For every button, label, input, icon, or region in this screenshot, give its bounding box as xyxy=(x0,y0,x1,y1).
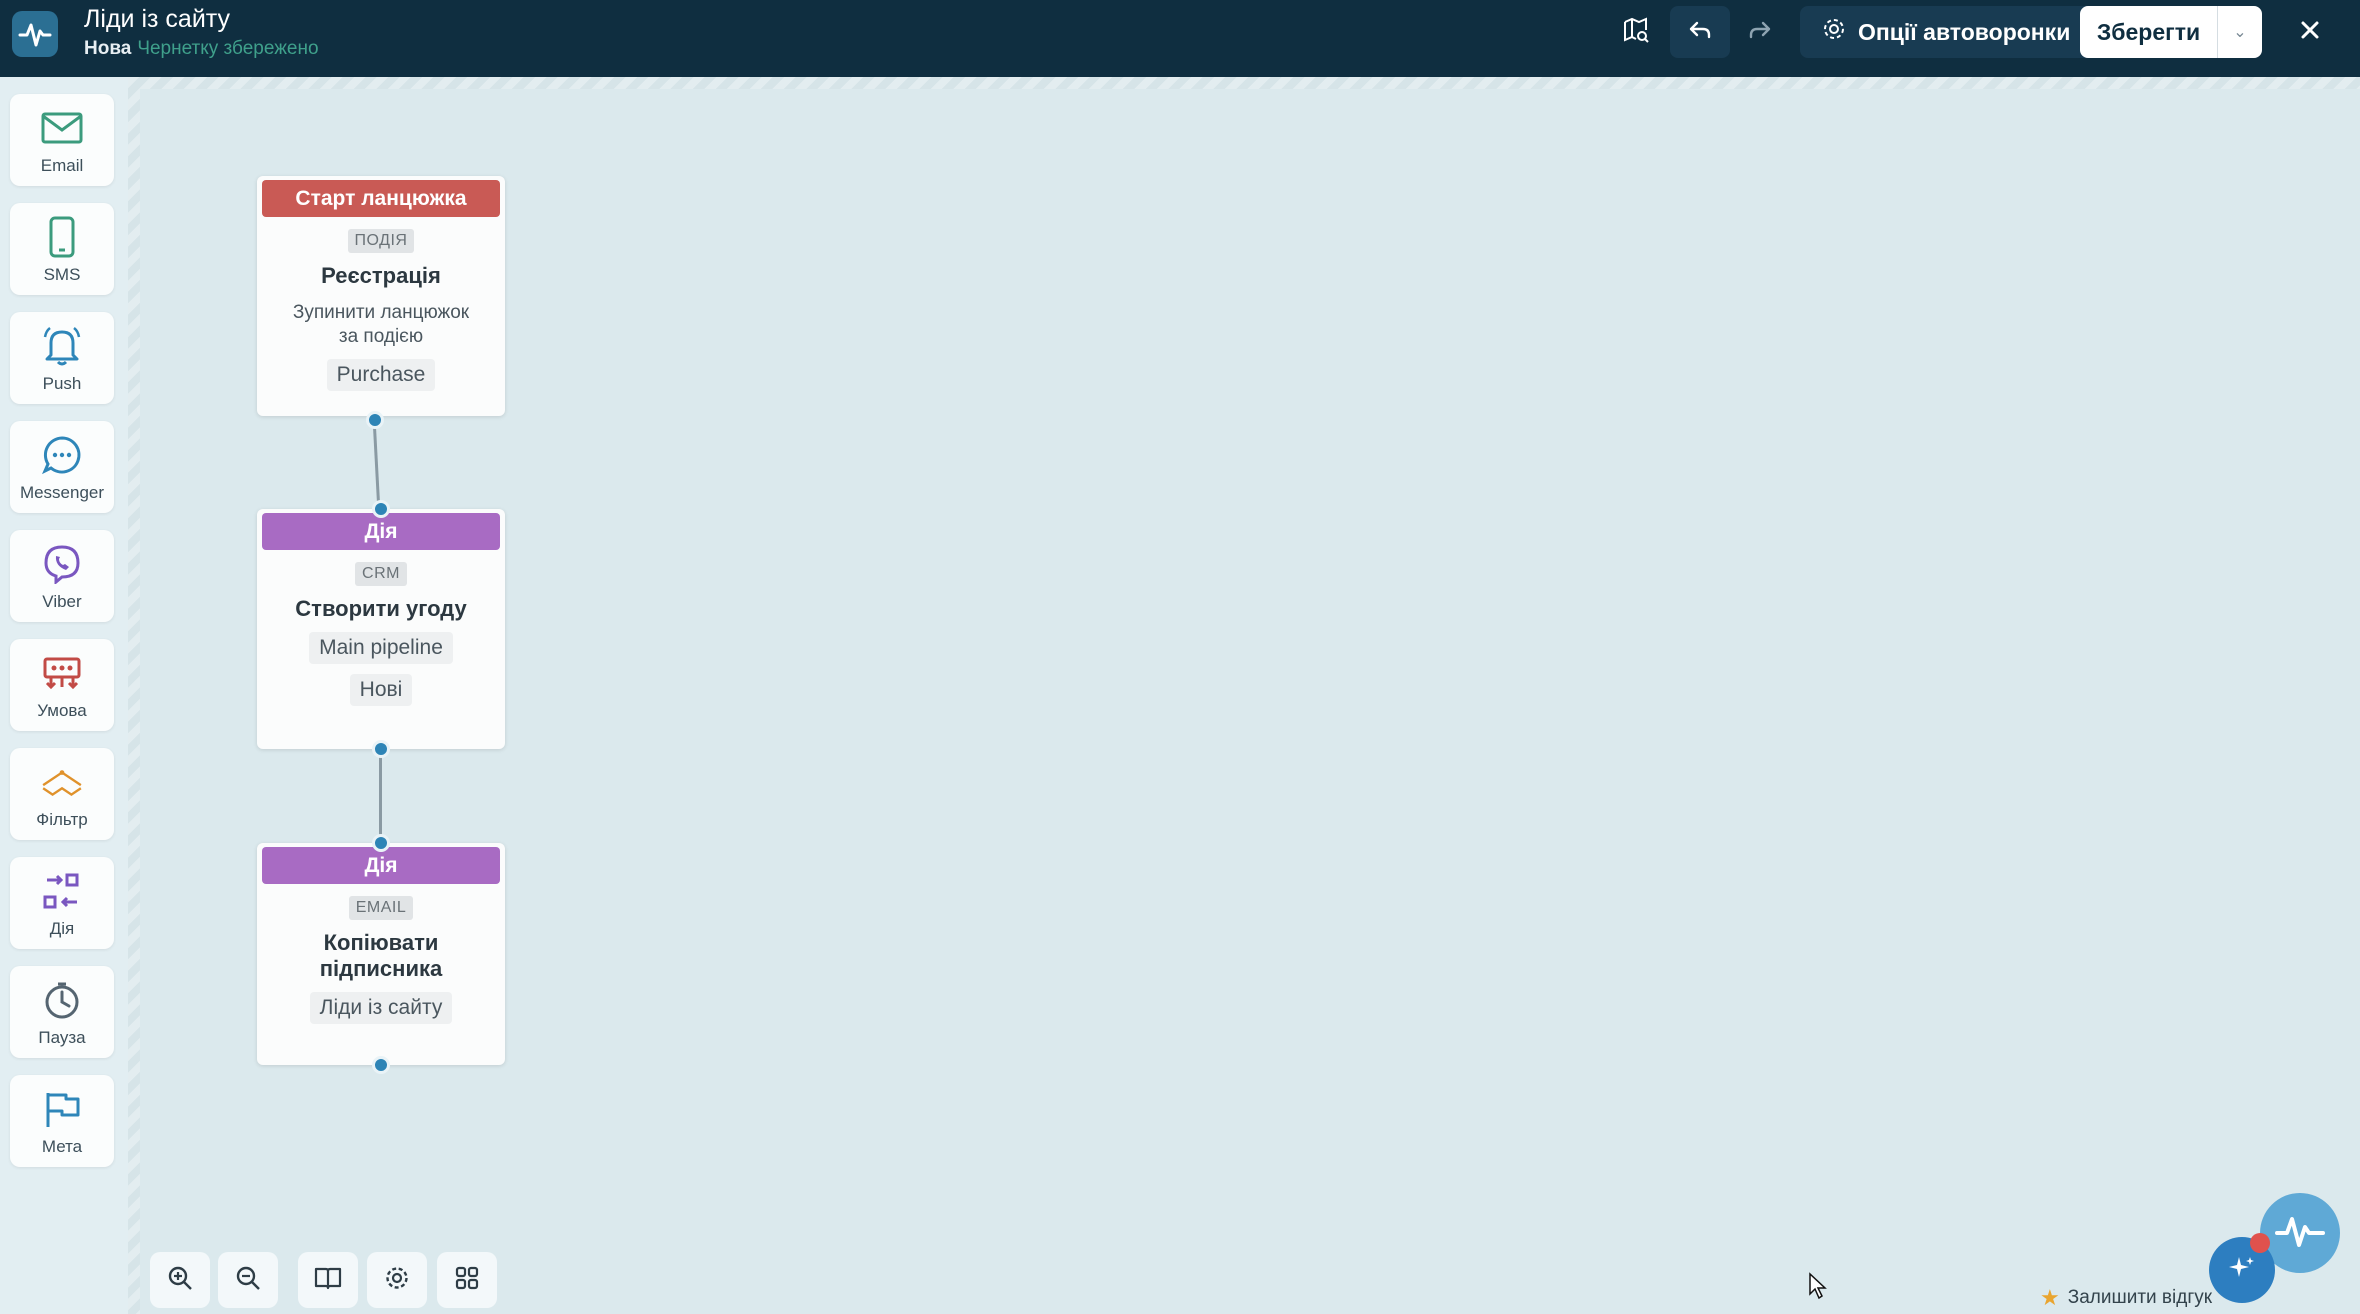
palette-item-condition[interactable]: Умова xyxy=(10,639,114,731)
palette-item-filter[interactable]: Фільтр xyxy=(10,748,114,840)
node-input-port[interactable] xyxy=(372,834,390,852)
node-type-tag: ПОДІЯ xyxy=(347,229,415,253)
node-value-pill: Нові xyxy=(349,674,413,706)
gear-icon xyxy=(384,1265,410,1296)
condition-icon xyxy=(40,651,84,695)
node-input-port[interactable] xyxy=(372,500,390,518)
palette-item-label: Мета xyxy=(41,1137,83,1156)
palette-item-label: Умова xyxy=(37,701,87,720)
funnel-options-label: Опції автоворонки xyxy=(1858,18,2071,45)
status-label: Нова xyxy=(84,38,132,59)
viber-icon xyxy=(40,542,84,586)
chat-bubble-icon xyxy=(40,433,84,477)
mouse-cursor-icon xyxy=(1808,1272,1828,1305)
palette-item-label: Фільтр xyxy=(36,810,88,829)
flow-node-copy-subscriber[interactable]: Дія EMAIL Копіювати підписника Ліди із с… xyxy=(257,843,505,1065)
bell-icon xyxy=(40,324,84,368)
map-search-icon xyxy=(1622,16,1650,49)
palette-item-label: SMS xyxy=(43,265,81,284)
palette-item-viber[interactable]: Viber xyxy=(10,530,114,622)
save-dropdown-button[interactable]: ⌄ xyxy=(2218,22,2262,42)
zoom-in-button[interactable] xyxy=(150,1252,210,1308)
zoom-in-icon xyxy=(167,1265,193,1296)
guide-button[interactable] xyxy=(298,1252,358,1308)
node-value-pill: Ліди із сайту xyxy=(309,992,453,1024)
palette-item-messenger[interactable]: Messenger xyxy=(10,421,114,513)
notification-badge xyxy=(2250,1233,2270,1253)
node-value-pill: Purchase xyxy=(326,359,436,391)
palette-item-label: Messenger xyxy=(19,483,105,502)
palette-item-goal[interactable]: Мета xyxy=(10,1075,114,1167)
grid-view-button[interactable] xyxy=(437,1252,497,1308)
phone-icon xyxy=(40,215,84,259)
clock-icon xyxy=(40,978,84,1022)
envelope-icon xyxy=(40,106,84,150)
palette-item-action[interactable]: Дія xyxy=(10,857,114,949)
node-description: Зупинити ланцюжок за подією xyxy=(292,302,470,347)
close-button[interactable] xyxy=(2286,6,2334,58)
chevron-down-icon: ⌄ xyxy=(2233,24,2247,41)
leave-feedback-link[interactable]: ★ Залишити відгук xyxy=(2040,1285,2212,1311)
top-bar: Ліди із сайту Нова Чернетку збережено Опц… xyxy=(0,0,2360,77)
app-logo-icon[interactable] xyxy=(12,11,58,57)
canvas-top-edge xyxy=(128,77,2360,89)
canvas-left-edge xyxy=(128,77,140,1314)
palette-item-sms[interactable]: SMS xyxy=(10,203,114,295)
node-output-port[interactable] xyxy=(372,1056,390,1074)
node-title: Копіювати підписника xyxy=(319,930,443,981)
draft-status: Нова Чернетку збережено xyxy=(84,38,319,60)
node-type-tag: CRM xyxy=(355,562,407,586)
palette-item-label: Email xyxy=(40,156,84,175)
node-type-tag: EMAIL xyxy=(348,896,414,920)
palette-item-label: Push xyxy=(42,374,82,393)
sparkle-icon xyxy=(2227,1253,2257,1288)
gear-icon xyxy=(1822,17,1846,47)
palette-item-label: Дія xyxy=(49,919,75,938)
star-icon: ★ xyxy=(2040,1285,2060,1310)
palette-item-label: Viber xyxy=(42,592,82,611)
zoom-out-icon xyxy=(235,1265,261,1296)
palette-item-email[interactable]: Email xyxy=(10,94,114,186)
page-title[interactable]: Ліди із сайту xyxy=(84,5,230,34)
close-icon xyxy=(2299,19,2321,46)
node-header: Старт ланцюжка xyxy=(262,180,500,217)
saved-note: Чернетку збережено xyxy=(137,38,319,59)
pulse-icon xyxy=(2275,1211,2325,1256)
flag-icon xyxy=(40,1087,84,1131)
node-title: Реєстрація xyxy=(321,263,441,288)
filter-icon xyxy=(40,760,84,804)
node-value-pill: Main pipeline xyxy=(309,632,453,664)
undo-button[interactable] xyxy=(1670,6,1730,58)
palette-item-label: Пауза xyxy=(38,1028,86,1047)
node-output-port[interactable] xyxy=(372,740,390,758)
node-header: Дія xyxy=(262,513,500,550)
grid-icon xyxy=(454,1265,480,1296)
undo-icon xyxy=(1687,17,1713,48)
palette-item-push[interactable]: Push xyxy=(10,312,114,404)
node-title: Створити угоду xyxy=(295,596,467,621)
node-output-port[interactable] xyxy=(366,411,384,429)
connector-line xyxy=(379,750,382,843)
redo-icon xyxy=(1747,17,1773,48)
zoom-out-button[interactable] xyxy=(218,1252,278,1308)
save-button[interactable]: Зберегти xyxy=(2080,6,2218,58)
settings-button[interactable] xyxy=(367,1252,427,1308)
save-button-group: Зберегти ⌄ xyxy=(2080,6,2262,58)
redo-button[interactable] xyxy=(1734,6,1786,58)
feedback-label: Залишити відгук xyxy=(2067,1287,2213,1308)
preview-button[interactable] xyxy=(1612,6,1660,58)
action-icon xyxy=(40,869,84,913)
book-icon xyxy=(314,1266,342,1295)
flow-node-create-deal[interactable]: Дія CRM Створити угоду Main pipeline Нов… xyxy=(257,509,505,749)
palette-item-pause[interactable]: Пауза xyxy=(10,966,114,1058)
flow-node-start[interactable]: Старт ланцюжка ПОДІЯ Реєстрація Зупинити… xyxy=(257,176,505,416)
funnel-options-button[interactable]: Опції автоворонки xyxy=(1800,6,2093,58)
node-header: Дія xyxy=(262,847,500,884)
